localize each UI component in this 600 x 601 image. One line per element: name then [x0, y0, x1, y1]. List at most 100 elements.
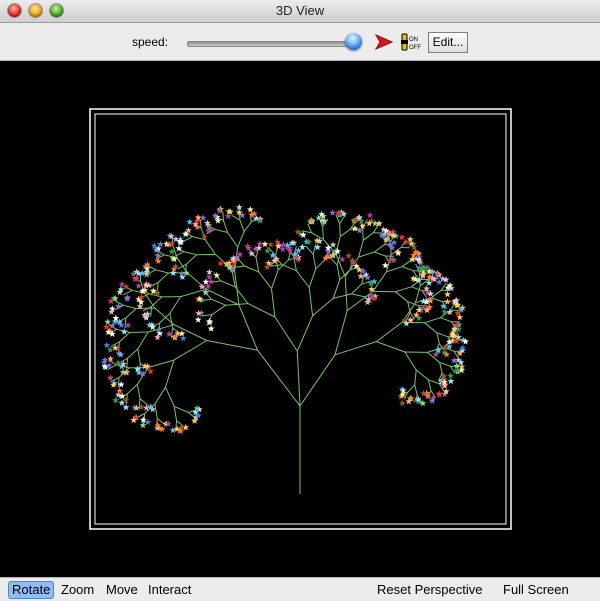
branch: [166, 387, 175, 406]
branch: [221, 281, 235, 287]
branch: [186, 255, 196, 265]
leaf-star: [103, 323, 110, 330]
branch: [215, 229, 228, 232]
on-off-toggle[interactable]: ON OFF: [400, 32, 422, 52]
branch: [259, 272, 272, 289]
mode-rotate[interactable]: Rotate: [8, 581, 54, 599]
branch: [297, 351, 300, 406]
branch: [128, 349, 138, 358]
branch: [386, 255, 391, 272]
branch: [244, 222, 251, 231]
tree-scene[interactable]: [0, 61, 600, 577]
branch: [272, 270, 279, 289]
window-titlebar[interactable]: 3D View: [0, 0, 600, 23]
speed-slider-knob[interactable]: [345, 33, 362, 50]
leaf-star: [442, 344, 449, 351]
on-off-icon: ON OFF: [400, 32, 422, 52]
branch: [451, 366, 455, 373]
play-button[interactable]: [375, 34, 393, 50]
branch: [323, 227, 324, 240]
3d-viewport[interactable]: [0, 61, 600, 577]
branch: [124, 290, 133, 295]
branch: [119, 332, 129, 342]
branch: [335, 342, 376, 355]
branch: [428, 380, 439, 384]
branch: [272, 289, 275, 317]
mode-zoom[interactable]: Zoom: [61, 582, 94, 597]
branch: [268, 247, 275, 255]
branch: [313, 254, 316, 269]
leaf-star: [329, 209, 336, 216]
leaf-star: [330, 241, 337, 248]
branch: [248, 304, 275, 317]
branch: [166, 360, 174, 387]
branch: [316, 259, 326, 269]
reset-perspective-button[interactable]: Reset Perspective: [377, 582, 483, 597]
branch: [296, 271, 309, 288]
leaf-star: [208, 325, 215, 332]
leaf-star: [173, 236, 180, 243]
branch: [282, 265, 296, 271]
branch: [174, 406, 188, 412]
branch: [138, 349, 140, 363]
leaf-star: [314, 244, 321, 251]
branch: [238, 232, 244, 248]
branch: [240, 220, 244, 232]
branch: [431, 290, 441, 297]
branch: [408, 385, 415, 393]
branch: [330, 257, 337, 265]
branch: [138, 332, 149, 349]
leaf-star: [399, 400, 406, 407]
speed-slider[interactable]: [187, 41, 359, 47]
leaf-star: [147, 368, 154, 375]
off-label: OFF: [409, 45, 421, 51]
leaf-star: [107, 355, 114, 362]
leaf-star: [121, 328, 128, 335]
branch: [224, 221, 228, 233]
branch: [428, 380, 431, 391]
branch: [184, 237, 193, 242]
branch: [118, 377, 119, 387]
branch: [386, 267, 402, 272]
mode-move[interactable]: Move: [106, 582, 138, 597]
branch: [256, 258, 259, 273]
branch: [440, 362, 451, 366]
branch: [170, 297, 181, 314]
branch: [373, 225, 378, 233]
branch: [184, 252, 197, 255]
branch: [439, 373, 442, 380]
branch: [415, 370, 417, 385]
branch: [396, 292, 408, 302]
leaf-star: [299, 244, 306, 251]
branch: [422, 291, 426, 298]
branch: [123, 305, 136, 308]
leaf-star: [367, 212, 374, 219]
branch: [402, 267, 413, 271]
branch: [352, 294, 365, 297]
branch: [235, 287, 248, 304]
branch: [313, 298, 334, 315]
branch: [416, 370, 428, 380]
leaf-star: [195, 316, 202, 323]
branch: [340, 224, 341, 237]
mode-interact[interactable]: Interact: [148, 582, 191, 597]
play-arrow-icon: [375, 34, 393, 50]
branch: [309, 288, 312, 316]
branch: [337, 265, 340, 280]
branch: [352, 284, 362, 294]
branch: [441, 283, 446, 291]
branch: [207, 341, 258, 351]
leaf-star: [206, 274, 213, 281]
branch: [300, 355, 335, 406]
branch: [405, 352, 416, 370]
branch: [211, 299, 225, 305]
branch: [152, 297, 162, 307]
full-screen-button[interactable]: Full Screen: [503, 582, 569, 597]
branch: [239, 305, 258, 350]
branch: [375, 245, 385, 252]
leaf-star: [444, 298, 451, 305]
edit-button[interactable]: Edit...: [428, 32, 468, 53]
bottom-bar: Rotate Zoom Move Interact Reset Perspect…: [0, 577, 600, 601]
branch: [415, 385, 418, 396]
branch: [156, 270, 169, 273]
